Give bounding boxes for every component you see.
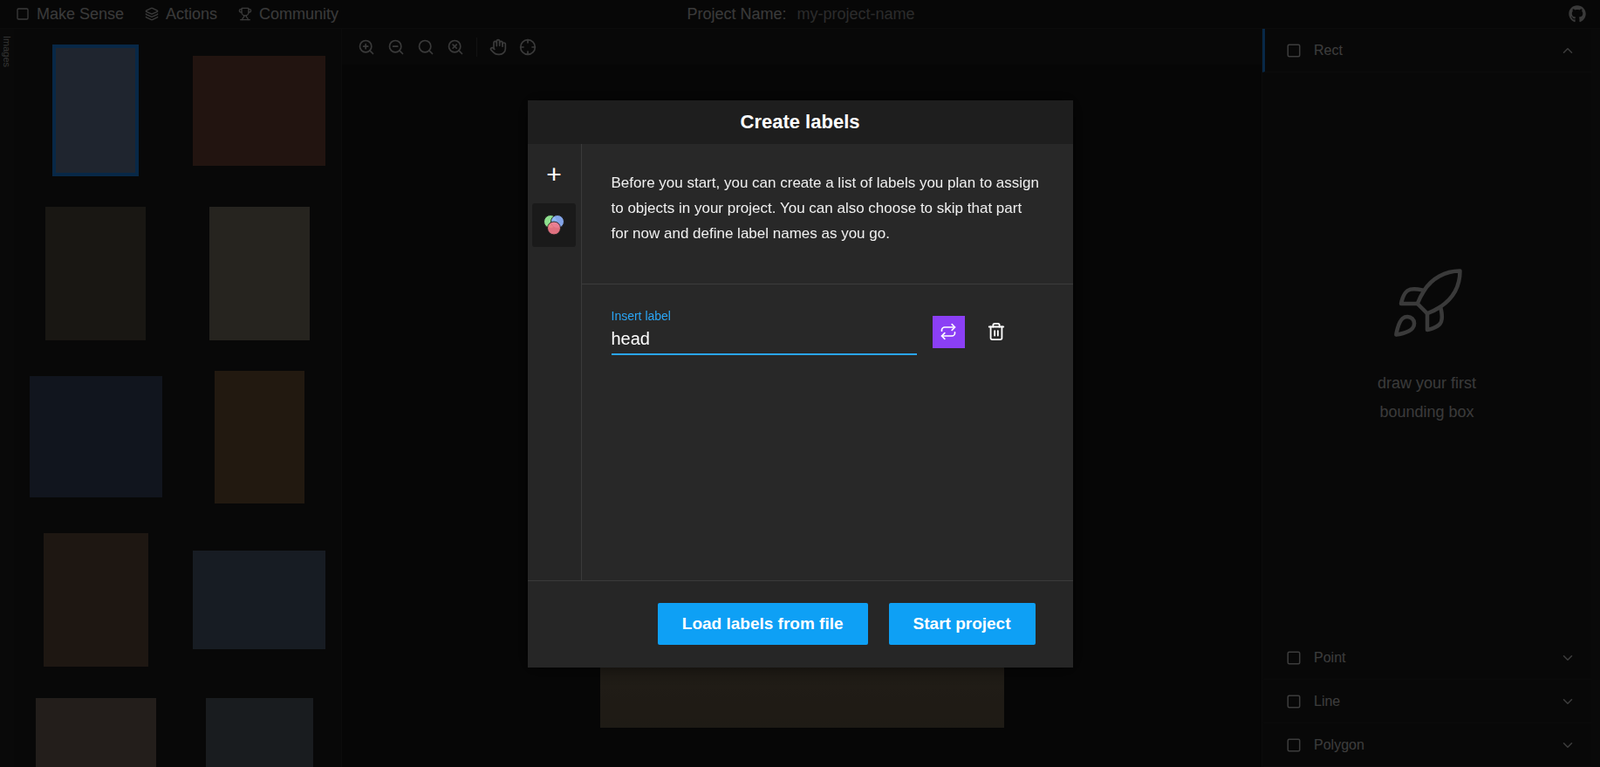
color-toggle[interactable]: [532, 203, 576, 247]
add-label-button[interactable]: +: [546, 159, 562, 190]
dialog-description: Before you start, you can create a list …: [581, 143, 1074, 285]
dialog-sidebar: +: [527, 143, 582, 581]
label-row: Insert label: [611, 308, 1044, 356]
label-field: Insert label: [611, 308, 917, 356]
trash-icon: [986, 321, 1006, 342]
repeat-icon: [939, 322, 958, 341]
change-color-button[interactable]: [932, 315, 965, 349]
label-input[interactable]: [611, 326, 917, 356]
label-list: Insert label: [581, 284, 1074, 380]
create-labels-dialog: Create labels + Before you start, you can …: [527, 100, 1074, 668]
dialog-button[interactable]: Start project: [888, 602, 1036, 645]
palette-icon: [540, 211, 568, 239]
field-caption: Insert label: [611, 308, 917, 323]
delete-label-button[interactable]: [980, 315, 1013, 349]
dialog-button[interactable]: Load labels from file: [657, 602, 869, 645]
dialog-footer: Load labels from file Start project: [527, 580, 1074, 668]
dialog-title: Create labels: [527, 100, 1074, 144]
modal-overlay: Create labels + Before you start, you can …: [0, 0, 1600, 767]
